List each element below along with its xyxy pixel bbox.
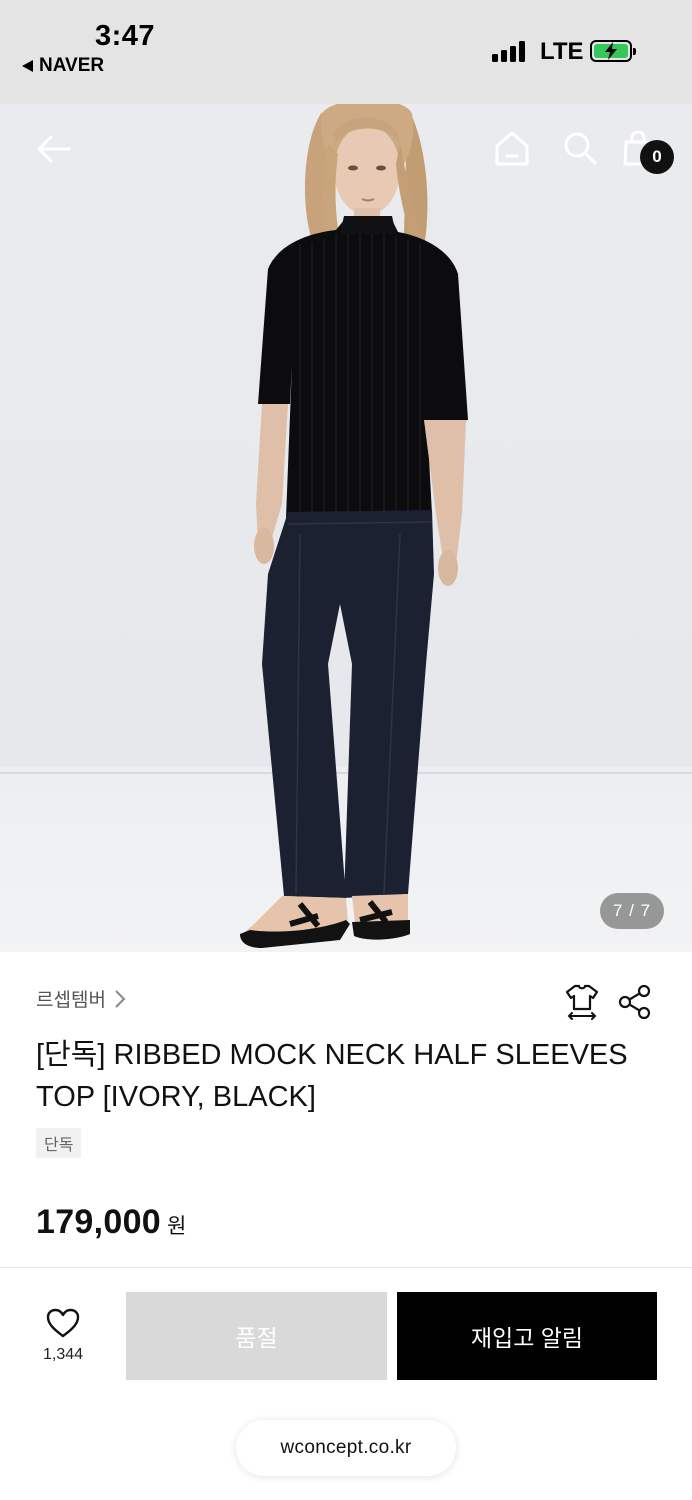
- size-guide-icon[interactable]: [563, 983, 601, 1026]
- image-counter: 7 / 7: [600, 893, 664, 929]
- exclusive-tag: 단독: [36, 1128, 82, 1158]
- back-arrow-icon[interactable]: [32, 130, 74, 168]
- search-icon[interactable]: [560, 128, 600, 168]
- price: 179,000 원: [36, 1203, 186, 1242]
- like-count: 1,344: [42, 1346, 84, 1363]
- soldout-button[interactable]: 품절: [126, 1292, 387, 1380]
- signal-icon: [492, 40, 525, 62]
- brand-name: 르셉템버: [36, 990, 106, 1011]
- back-to-app-link[interactable]: NAVER: [22, 55, 104, 77]
- like-button[interactable]: 1,344: [30, 1308, 96, 1364]
- status-time: 3:47: [95, 20, 156, 52]
- browser-address-pill[interactable]: wconcept.co.kr: [236, 1420, 456, 1476]
- price-value: 179,000: [36, 1203, 162, 1241]
- product-image[interactable]: [0, 104, 692, 952]
- brand-link[interactable]: 르셉템버: [36, 985, 126, 1012]
- battery-icon: [590, 40, 636, 62]
- restock-alert-button[interactable]: 재입고 알림: [397, 1292, 657, 1380]
- divider: [0, 1267, 692, 1268]
- back-triangle-icon: [22, 60, 33, 72]
- product-title: [단독] RIBBED MOCK NECK HALF SLEEVES TOP […: [36, 1039, 628, 1113]
- back-app-label: NAVER: [39, 55, 105, 76]
- cart-count-badge: 0: [640, 140, 674, 174]
- share-icon[interactable]: [618, 984, 652, 1025]
- heart-icon: [46, 1308, 80, 1338]
- price-unit: 원: [167, 1215, 187, 1238]
- network-label: LTE: [540, 38, 584, 65]
- home-icon[interactable]: [492, 128, 532, 168]
- chevron-right-icon: [115, 989, 126, 1008]
- model-figure: [240, 104, 468, 948]
- status-bar: 3:47 NAVER LTE: [0, 0, 692, 104]
